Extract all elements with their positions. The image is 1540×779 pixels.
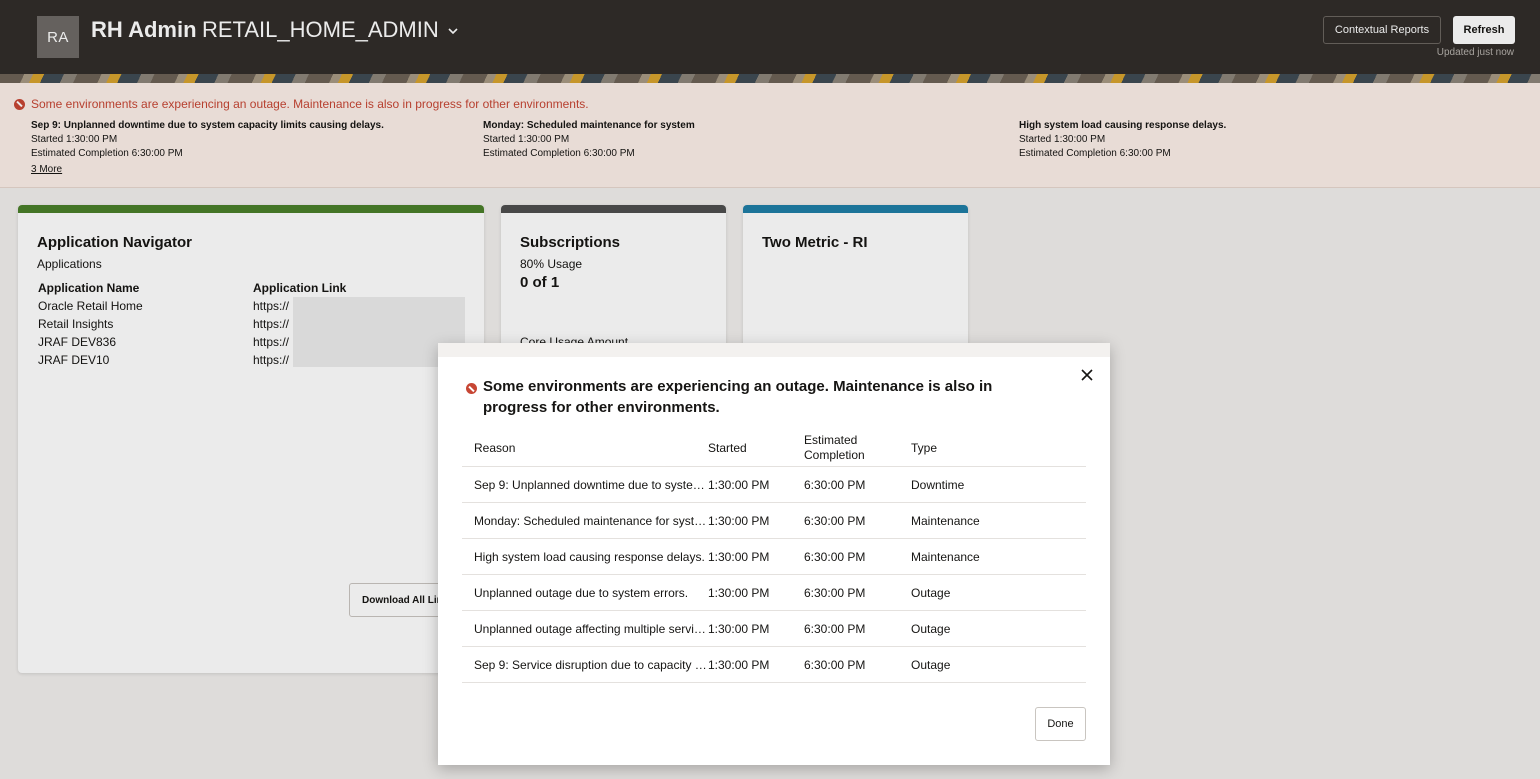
cell-estimated: 6:30:00 PM xyxy=(804,513,866,528)
done-button[interactable]: Done xyxy=(1035,707,1086,741)
cell-estimated: 6:30:00 PM xyxy=(804,657,866,672)
outage-dialog: Some environments are experiencing an ou… xyxy=(438,343,1110,765)
cell-started: 1:30:00 PM xyxy=(708,657,770,672)
table-row: High system load causing response delays… xyxy=(462,539,1086,575)
cell-started: 1:30:00 PM xyxy=(708,477,770,492)
cell-reason: Unplanned outage affecting multiple serv… xyxy=(474,621,708,636)
table-row: Sep 9: Unplanned downtime due to syste… … xyxy=(462,467,1086,503)
cell-reason: Sep 9: Service disruption due to capacit… xyxy=(474,657,708,672)
table-row: Unplanned outage due to system errors. 1… xyxy=(462,575,1086,611)
table-row: Unplanned outage affecting multiple serv… xyxy=(462,611,1086,647)
cell-estimated: 6:30:00 PM xyxy=(804,585,866,600)
cell-type: Outage xyxy=(911,657,951,672)
cell-type: Downtime xyxy=(911,477,965,492)
cell-estimated: 6:30:00 PM xyxy=(804,477,866,492)
cell-estimated: 6:30:00 PM xyxy=(804,621,866,636)
column-header-reason: Reason xyxy=(474,440,516,455)
cell-reason: Monday: Scheduled maintenance for syste… xyxy=(474,513,708,528)
table-row: Sep 9: Service disruption due to capacit… xyxy=(462,647,1086,683)
cell-type: Maintenance xyxy=(911,549,980,564)
table-header: Reason Started Estimated Completion Type xyxy=(462,429,1086,467)
dialog-top-strip xyxy=(438,343,1110,357)
cell-estimated: 6:30:00 PM xyxy=(804,549,866,564)
cell-type: Maintenance xyxy=(911,513,980,528)
cell-started: 1:30:00 PM xyxy=(708,549,770,564)
column-header-estimated: Estimated Completion xyxy=(804,432,865,462)
cell-type: Outage xyxy=(911,621,951,636)
cell-reason: Unplanned outage due to system errors. xyxy=(474,585,689,600)
cell-reason: High system load causing response delays… xyxy=(474,549,705,564)
close-icon[interactable] xyxy=(1079,367,1095,383)
column-header-type: Type xyxy=(911,440,938,455)
cell-reason: Sep 9: Unplanned downtime due to syste… xyxy=(474,477,705,492)
error-icon xyxy=(466,383,477,394)
cell-started: 1:30:00 PM xyxy=(708,513,770,528)
table-row: Monday: Scheduled maintenance for syste…… xyxy=(462,503,1086,539)
cell-type: Outage xyxy=(911,585,951,600)
dialog-title: Some environments are experiencing an ou… xyxy=(483,378,993,416)
cell-started: 1:30:00 PM xyxy=(708,585,770,600)
column-header-started: Started xyxy=(708,440,747,455)
cell-started: 1:30:00 PM xyxy=(708,621,770,636)
outage-table: Reason Started Estimated Completion Type… xyxy=(462,429,1086,683)
